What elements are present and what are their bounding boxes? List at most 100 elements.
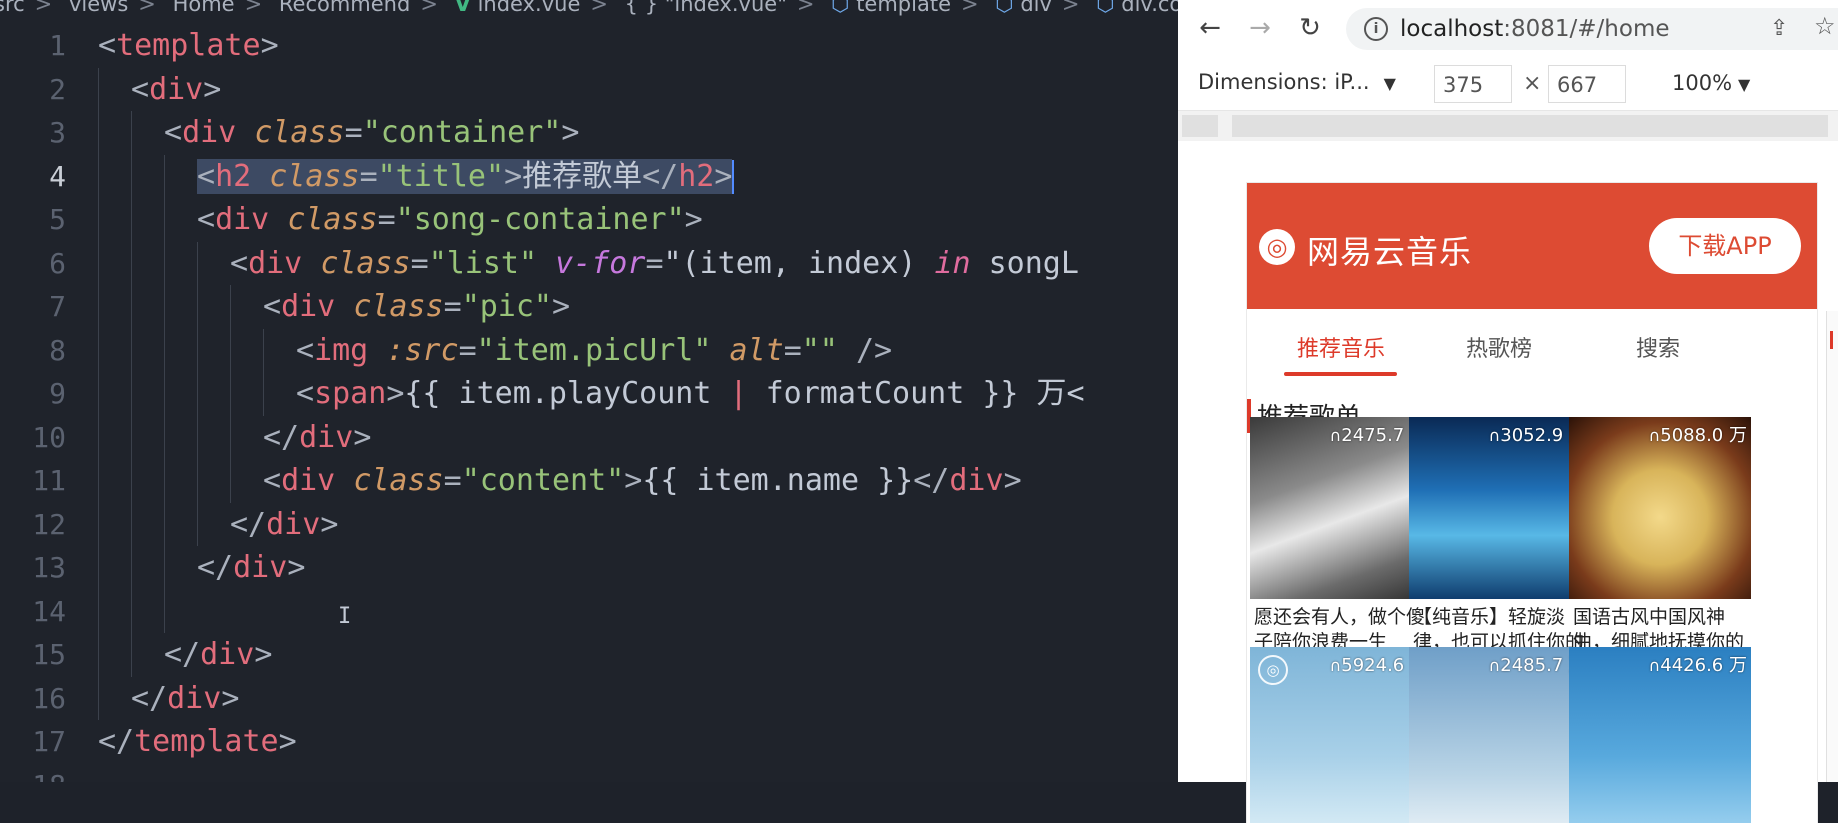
code-line[interactable]: 14 <box>0 589 1178 633</box>
indent-guide <box>131 111 132 155</box>
line-text[interactable]: </div> <box>164 633 272 677</box>
code-line[interactable]: 1 <template> <box>0 24 1178 68</box>
line-text[interactable]: </div> <box>230 503 338 547</box>
width-input[interactable]: 375 <box>1434 65 1512 103</box>
indent-guide <box>131 502 132 546</box>
code-line[interactable]: 18 <box>0 764 1178 783</box>
code-line[interactable]: 7 <div class="pic"> <box>0 285 1178 329</box>
line-text[interactable]: <div class="container"> <box>164 111 579 155</box>
info-icon[interactable]: i <box>1364 17 1388 41</box>
indent-guide <box>131 372 132 416</box>
headphone-icon: ∩ <box>1648 426 1661 445</box>
line-text[interactable]: </template> <box>98 720 297 764</box>
cube-icon: ⬡ <box>995 0 1014 16</box>
headphone-icon: ∩ <box>1648 656 1661 675</box>
zoom-select[interactable]: 100% ▼ <box>1672 71 1750 95</box>
code-line[interactable]: 10 </div> <box>0 415 1178 460</box>
device-select[interactable]: Dimensions: iP... ▼ <box>1198 70 1396 94</box>
playlist-cover[interactable]: ∩2485.7 万 <box>1409 647 1591 823</box>
playlist-cover[interactable]: ∩3052.9 万 <box>1409 417 1591 599</box>
line-number: 5 <box>49 203 66 236</box>
line-text[interactable]: <div class="content">{{ item.name }}</di… <box>263 459 1022 503</box>
indent-guide <box>98 546 99 590</box>
line-number: 1 <box>49 29 66 62</box>
line-number: 17 <box>32 725 66 758</box>
playlist-cover[interactable]: ∩5088.0 万 <box>1569 417 1751 599</box>
breadcrumb-item[interactable]: src <box>0 0 25 16</box>
line-text[interactable]: <div class="song-container"> <box>197 198 703 242</box>
code-line[interactable]: 2 <div> <box>0 67 1178 112</box>
indent-guide <box>164 415 165 459</box>
line-text[interactable]: </div> <box>197 546 305 590</box>
bookmark-star-icon[interactable]: ☆ <box>1814 12 1836 40</box>
line-text[interactable]: <div class="pic"> <box>263 285 570 329</box>
line-text[interactable]: </div> <box>263 416 371 460</box>
code-line[interactable]: 15 </div> <box>0 633 1178 677</box>
breadcrumb-item[interactable]: div <box>1020 0 1052 16</box>
playlist-cover[interactable]: ◎ ∩5924.6 万 <box>1250 647 1432 823</box>
line-text[interactable]: <div> <box>131 68 221 112</box>
breadcrumb-item[interactable]: views <box>69 0 128 16</box>
reload-icon[interactable]: ↻ <box>1292 10 1328 46</box>
line-number: 6 <box>49 246 66 280</box>
indent-guide <box>164 328 165 372</box>
headphone-icon: ∩ <box>1329 656 1342 675</box>
breadcrumb-item[interactable]: div.container <box>1121 0 1178 16</box>
address-bar[interactable]: i localhost:8081/#/home <box>1346 8 1838 50</box>
back-arrow-icon[interactable]: ← <box>1192 10 1228 46</box>
code-line[interactable]: 3 <div class="container"> <box>0 111 1178 155</box>
play-count-text: 4426.6 万 <box>1660 655 1747 676</box>
line-text[interactable]: <template> <box>98 24 279 68</box>
vue-file-icon: V <box>454 0 471 16</box>
indent-guide <box>98 198 99 242</box>
code-line[interactable]: 8 <img :src="item.picUrl" alt="" /> <box>0 328 1178 373</box>
line-text[interactable]: <span>{{ item.playCount | formatCount }}… <box>296 372 1085 416</box>
playlist-cover[interactable]: ∩2475.7 万 <box>1250 417 1432 599</box>
line-text[interactable]: <div class="list" v-for="(item, index) i… <box>230 242 1079 286</box>
breadcrumb-item[interactable]: index.vue <box>478 0 581 16</box>
url-text[interactable]: localhost:8081/#/home <box>1400 16 1670 42</box>
indent-guide <box>131 546 132 590</box>
media-query-ruler[interactable] <box>1178 111 1838 141</box>
breadcrumb-item[interactable]: Home <box>173 0 235 16</box>
breadcrumb-item[interactable]: template <box>856 0 951 16</box>
tab-hot-songs[interactable]: 热歌榜 <box>1466 331 1532 363</box>
code-line[interactable]: 5 <div class="song-container"> <box>0 198 1178 242</box>
indent-guide <box>98 372 99 416</box>
playlist-cover[interactable]: ∩4426.6 万 <box>1569 647 1751 823</box>
code-line[interactable]: 4 <h2 class="title">推荐歌单</h2> <box>0 154 1178 199</box>
breadcrumb-item[interactable]: { } "index.vue" <box>625 0 787 16</box>
download-app-button[interactable]: 下载APP <box>1649 218 1801 274</box>
line-number: 2 <box>49 72 66 106</box>
indent-guide <box>131 459 132 503</box>
tab-recommend[interactable]: 推荐音乐 <box>1297 331 1385 363</box>
indent-guide <box>98 285 99 329</box>
tab-bar: 推荐音乐 热歌榜 搜索 <box>1247 309 1817 381</box>
line-text[interactable]: </div> <box>131 677 239 721</box>
line-text[interactable]: <h2 class="title">推荐歌单</h2> <box>197 155 735 199</box>
code-line[interactable]: 13 </div> <box>0 546 1178 590</box>
indent-guide <box>197 285 198 329</box>
indent-guide <box>98 415 99 459</box>
netease-logo-icon: ◎ <box>1259 229 1295 265</box>
share-icon[interactable]: ⇪ <box>1770 16 1788 41</box>
forward-arrow-icon[interactable]: → <box>1242 10 1278 46</box>
tab-search[interactable]: 搜索 <box>1636 331 1680 363</box>
indent-guide <box>263 372 264 416</box>
line-number: 18 <box>0 764 66 783</box>
breadcrumb-item[interactable]: Recommend <box>279 0 410 16</box>
code-area[interactable]: 1 <template> 2 <div> 3 <div class="container"… <box>0 24 1178 782</box>
caret <box>732 160 735 194</box>
height-input[interactable]: 667 <box>1548 65 1626 103</box>
line-text[interactable]: <img :src="item.picUrl" alt="" /> <box>296 329 892 373</box>
code-line[interactable]: 6 <div class="list" v-for="(item, index) … <box>0 241 1178 286</box>
code-line[interactable]: 9 <span>{{ item.playCount | formatCount }… <box>0 372 1178 416</box>
indent-guide <box>98 241 99 285</box>
browser-toolbar: ← → ↻ i localhost:8081/#/home ⇪ ☆ <box>1178 0 1838 58</box>
code-line[interactable]: 17 </template> <box>0 720 1178 764</box>
code-line[interactable]: 16 </div> <box>0 676 1178 721</box>
code-line[interactable]: 12 </div> <box>0 502 1178 547</box>
code-editor[interactable]: src> views> Home> Recommend> V index.vue… <box>0 0 1178 782</box>
code-line[interactable]: 11 <div class="content">{{ item.name }}</… <box>0 459 1178 503</box>
indent-guide <box>164 154 165 198</box>
